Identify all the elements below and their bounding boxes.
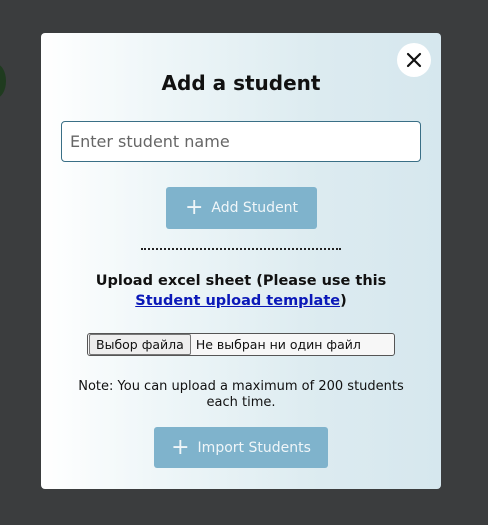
upload-note: Note: You can upload a maximum of 200 st… — [78, 379, 404, 410]
modal-title: Add a student — [161, 71, 321, 95]
background-avatar — [0, 64, 6, 98]
upload-instructions: Upload excel sheet (Please use this Stud… — [66, 271, 416, 311]
add-student-button[interactable]: + Add Student — [166, 187, 317, 229]
import-students-label: Import Students — [197, 439, 311, 456]
add-student-label: Add Student — [211, 200, 299, 216]
student-upload-template-link[interactable]: Student upload template — [135, 293, 340, 309]
choose-file-button[interactable]: Выбор файла — [89, 334, 191, 355]
student-name-input[interactable] — [61, 121, 421, 162]
import-students-button[interactable]: + Import Students — [154, 427, 328, 468]
upload-text-prefix: Upload excel sheet (Please use this — [95, 273, 387, 289]
plus-icon: + — [171, 434, 190, 460]
close-icon — [406, 52, 422, 68]
upload-text-suffix: ) — [340, 293, 347, 309]
add-student-modal: Add a student + Add Student Upload excel… — [41, 33, 441, 489]
file-input[interactable]: Выбор файла Не выбран ни один файл — [87, 333, 395, 356]
divider — [141, 248, 341, 250]
file-status-text: Не выбран ни один файл — [195, 337, 361, 352]
plus-icon: + — [184, 195, 204, 220]
